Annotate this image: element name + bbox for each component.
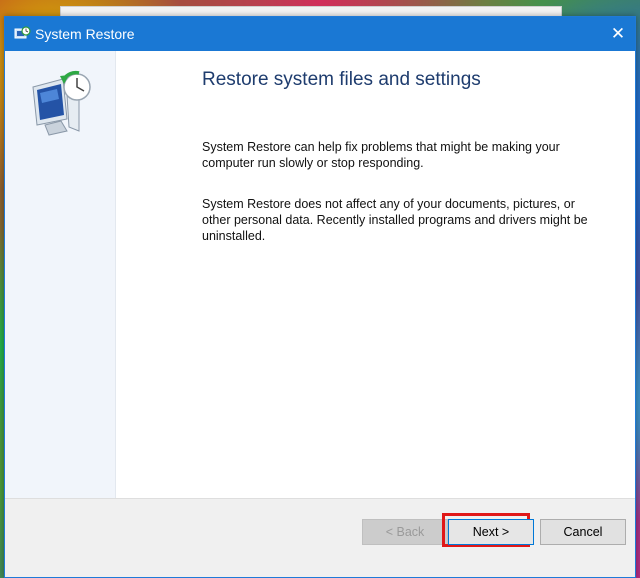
back-button[interactable]: < Back bbox=[362, 519, 448, 545]
main-content: Restore system files and settings System… bbox=[116, 51, 635, 501]
next-button[interactable]: Next > bbox=[448, 519, 534, 545]
system-restore-icon bbox=[14, 26, 31, 39]
title-bar[interactable]: System Restore ✕ bbox=[5, 17, 635, 51]
page-heading: Restore system files and settings bbox=[202, 69, 481, 90]
restore-computer-icon bbox=[32, 70, 91, 136]
side-panel bbox=[5, 51, 116, 501]
cancel-button[interactable]: Cancel bbox=[540, 519, 626, 545]
close-icon: ✕ bbox=[610, 24, 626, 43]
button-bar: < Back Next > Cancel bbox=[5, 498, 635, 577]
description-paragraph-2: System Restore does not affect any of yo… bbox=[202, 197, 588, 243]
close-button[interactable]: ✕ bbox=[601, 17, 635, 51]
window-title: System Restore bbox=[35, 26, 135, 42]
description-paragraph-1: System Restore can help fix problems tha… bbox=[202, 140, 560, 170]
system-restore-dialog: System Restore ✕ Restore system files an… bbox=[4, 16, 636, 578]
